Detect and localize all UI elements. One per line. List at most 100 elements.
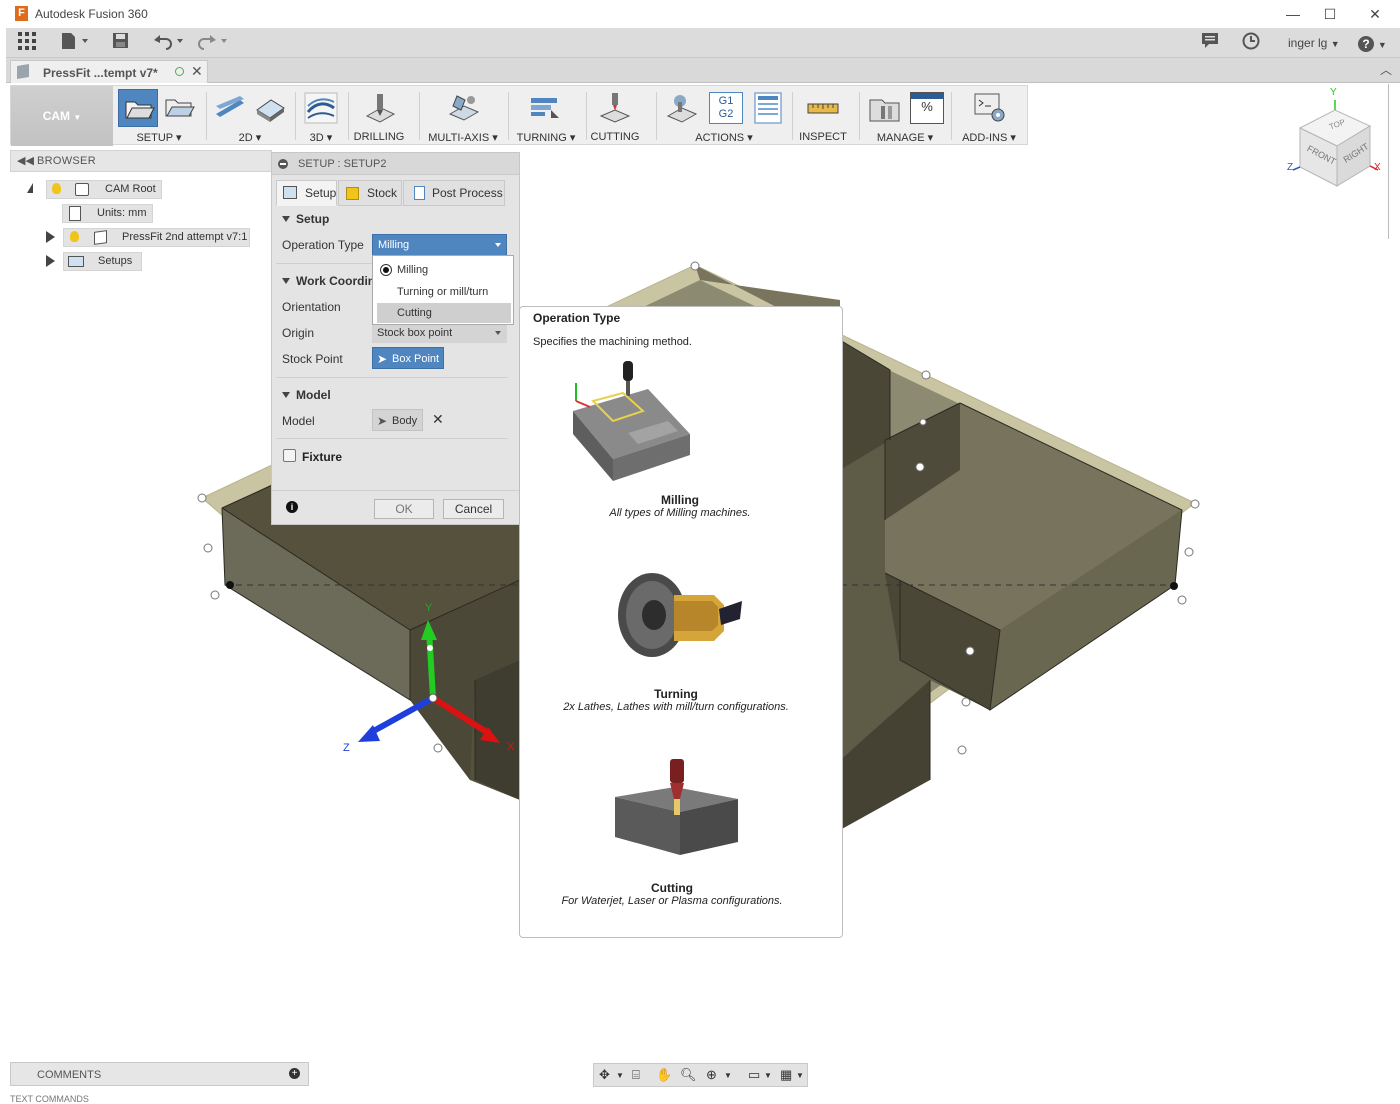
browser-panel-header[interactable]: ◀◀ BROWSER <box>10 150 272 172</box>
2d-contour-icon[interactable] <box>213 92 247 124</box>
file-menu-icon[interactable] <box>60 32 90 54</box>
undo-icon[interactable] <box>152 32 184 54</box>
chevron-down-icon[interactable]: ▼ <box>796 1071 804 1080</box>
stock-point-select-button[interactable]: ➤ Box Point <box>372 347 444 369</box>
expand-triangle-icon[interactable] <box>46 255 55 267</box>
info-icon[interactable]: i <box>286 501 298 513</box>
operation-type-dropdown[interactable]: Milling <box>372 234 507 256</box>
user-account-menu[interactable]: inger lg ▼ <box>1288 32 1340 54</box>
add-ins-group[interactable]: ADD-INS ▾ <box>955 86 1023 146</box>
option-milling[interactable]: Milling <box>377 260 511 280</box>
template-library-icon[interactable]: % <box>910 92 944 124</box>
close-window-button[interactable]: ✕ <box>1360 4 1390 24</box>
cancel-button[interactable]: Cancel <box>443 499 504 519</box>
close-tab-icon[interactable]: ✕ <box>191 63 203 80</box>
collapse-triangle-icon[interactable] <box>27 183 33 193</box>
manage-menu-label[interactable]: MANAGE ▾ <box>863 131 947 144</box>
collapse-chevron-up-icon[interactable]: ︿ <box>1380 61 1392 78</box>
multi-axis-menu-label[interactable]: MULTI-AXIS ▾ <box>423 131 503 144</box>
job-status-icon[interactable] <box>1201 32 1219 54</box>
fit-zoom-icon[interactable]: ⊕ <box>706 1067 717 1083</box>
chevron-down-icon[interactable]: ▼ <box>724 1071 732 1080</box>
section-wcs-header[interactable]: Work Coordin <box>282 274 375 288</box>
section-model-header[interactable]: Model <box>282 388 331 402</box>
turning-icon[interactable] <box>529 92 563 124</box>
2d-group[interactable]: 2D ▾ <box>209 86 291 146</box>
cutting-label[interactable]: CUTTING <box>589 131 641 143</box>
option-cutting[interactable]: Cutting <box>377 303 511 323</box>
visibility-bulb-icon[interactable] <box>70 231 79 242</box>
cutting-group[interactable]: CUTTING <box>589 86 641 146</box>
browser-item-cam-root[interactable]: CAM Root <box>46 180 162 199</box>
visibility-bulb-icon[interactable] <box>52 183 61 194</box>
tab-post-process[interactable]: Post Process <box>403 180 505 206</box>
browser-item-pressfit-model[interactable]: PressFit 2nd attempt v7:1 <box>63 228 250 247</box>
turning-group[interactable]: TURNING ▾ <box>511 86 581 146</box>
model-select-button[interactable]: ➤ Body <box>372 409 423 431</box>
scripts-add-ins-icon[interactable] <box>973 92 1007 124</box>
option-turning[interactable]: Turning or mill/turn <box>377 282 511 302</box>
setup-group[interactable]: SETUP ▾ <box>115 86 203 146</box>
zoom-icon[interactable]: 🔍︎ <box>680 1067 697 1083</box>
history-clock-icon[interactable] <box>1242 32 1260 54</box>
data-panel-grid-icon[interactable] <box>18 32 36 54</box>
manage-group[interactable]: % MANAGE ▾ <box>863 86 947 146</box>
section-setup-header[interactable]: Setup <box>282 212 329 226</box>
comments-panel[interactable]: COMMENTS + <box>10 1062 309 1086</box>
actions-menu-label[interactable]: ACTIONS ▾ <box>659 131 789 144</box>
fixture-checkbox[interactable] <box>283 449 296 462</box>
drill-icon[interactable] <box>363 92 397 124</box>
setup-sheet-icon[interactable] <box>751 92 785 124</box>
add-ins-menu-label[interactable]: ADD-INS ▾ <box>955 131 1023 144</box>
inspect-group[interactable]: INSPECT <box>795 86 851 146</box>
grid-settings-icon[interactable]: ▦ <box>780 1067 792 1083</box>
maximize-button[interactable]: ☐ <box>1315 4 1345 24</box>
actions-group[interactable]: G1 G2 ACTIONS ▾ <box>659 86 789 146</box>
tool-library-icon[interactable] <box>868 92 902 124</box>
collapse-browser-icon[interactable]: ◀◀ <box>17 154 34 167</box>
workspace-switcher[interactable]: CAM ▼ <box>11 86 113 146</box>
3d-menu-label[interactable]: 3D ▾ <box>299 131 343 144</box>
add-comment-icon[interactable]: + <box>289 1068 300 1079</box>
display-settings-icon[interactable]: ▭ <box>748 1067 760 1083</box>
document-tab[interactable]: PressFit ...tempt v7* ✕ <box>10 60 208 83</box>
2d-menu-label[interactable]: 2D ▾ <box>209 131 291 144</box>
collapse-dialog-icon[interactable] <box>278 159 288 169</box>
help-menu-icon[interactable]: ? ▼ <box>1358 32 1387 54</box>
tab-setup[interactable]: Setup <box>276 180 337 206</box>
setup-folder-icon[interactable] <box>163 92 197 124</box>
measure-ruler-icon[interactable] <box>806 92 840 124</box>
tab-stock[interactable]: Stock <box>338 180 402 206</box>
origin-dropdown[interactable]: Stock box point <box>372 323 507 343</box>
post-process-g-code-icon[interactable]: G1 G2 <box>709 92 743 124</box>
drilling-label[interactable]: DRILLING <box>351 131 407 143</box>
setup-menu-label[interactable]: SETUP ▾ <box>115 131 203 144</box>
cutting-icon[interactable] <box>598 92 632 124</box>
redo-icon[interactable] <box>196 32 228 54</box>
turning-menu-label[interactable]: TURNING ▾ <box>511 131 581 144</box>
orbit-icon[interactable]: ✥ <box>599 1067 610 1083</box>
browser-item-units[interactable]: Units: mm <box>62 204 153 223</box>
chevron-down-icon[interactable]: ▼ <box>764 1071 772 1080</box>
text-commands-bar[interactable]: TEXT COMMANDS <box>10 1094 89 1104</box>
multi-axis-group[interactable]: MULTI-AXIS ▾ <box>423 86 503 146</box>
browser-item-setups[interactable]: Setups <box>63 252 142 271</box>
new-setup-folder-icon[interactable] <box>118 89 158 127</box>
minimize-button[interactable]: — <box>1278 4 1308 24</box>
inspect-label[interactable]: INSPECT <box>795 131 851 143</box>
setup-dialog-header[interactable]: SETUP : SETUP2 <box>272 153 519 175</box>
save-icon[interactable] <box>112 32 129 54</box>
2d-face-icon[interactable] <box>253 92 287 124</box>
clear-model-x-icon[interactable]: ✕ <box>432 411 444 428</box>
chevron-down-icon[interactable]: ▼ <box>616 1071 624 1080</box>
simulate-icon[interactable] <box>665 92 699 124</box>
look-at-icon[interactable]: ⌸ <box>632 1067 640 1083</box>
pan-hand-icon[interactable]: ✋ <box>656 1067 672 1083</box>
3d-group[interactable]: 3D ▾ <box>299 86 343 146</box>
expand-triangle-icon[interactable] <box>46 231 55 243</box>
drilling-group[interactable]: DRILLING <box>351 86 407 146</box>
viewcube[interactable]: TOP FRONT RIGHT Y Z X <box>1285 87 1390 195</box>
ok-button[interactable]: OK <box>374 499 434 519</box>
3d-adaptive-icon[interactable] <box>304 92 338 124</box>
multi-axis-icon[interactable] <box>447 92 481 124</box>
